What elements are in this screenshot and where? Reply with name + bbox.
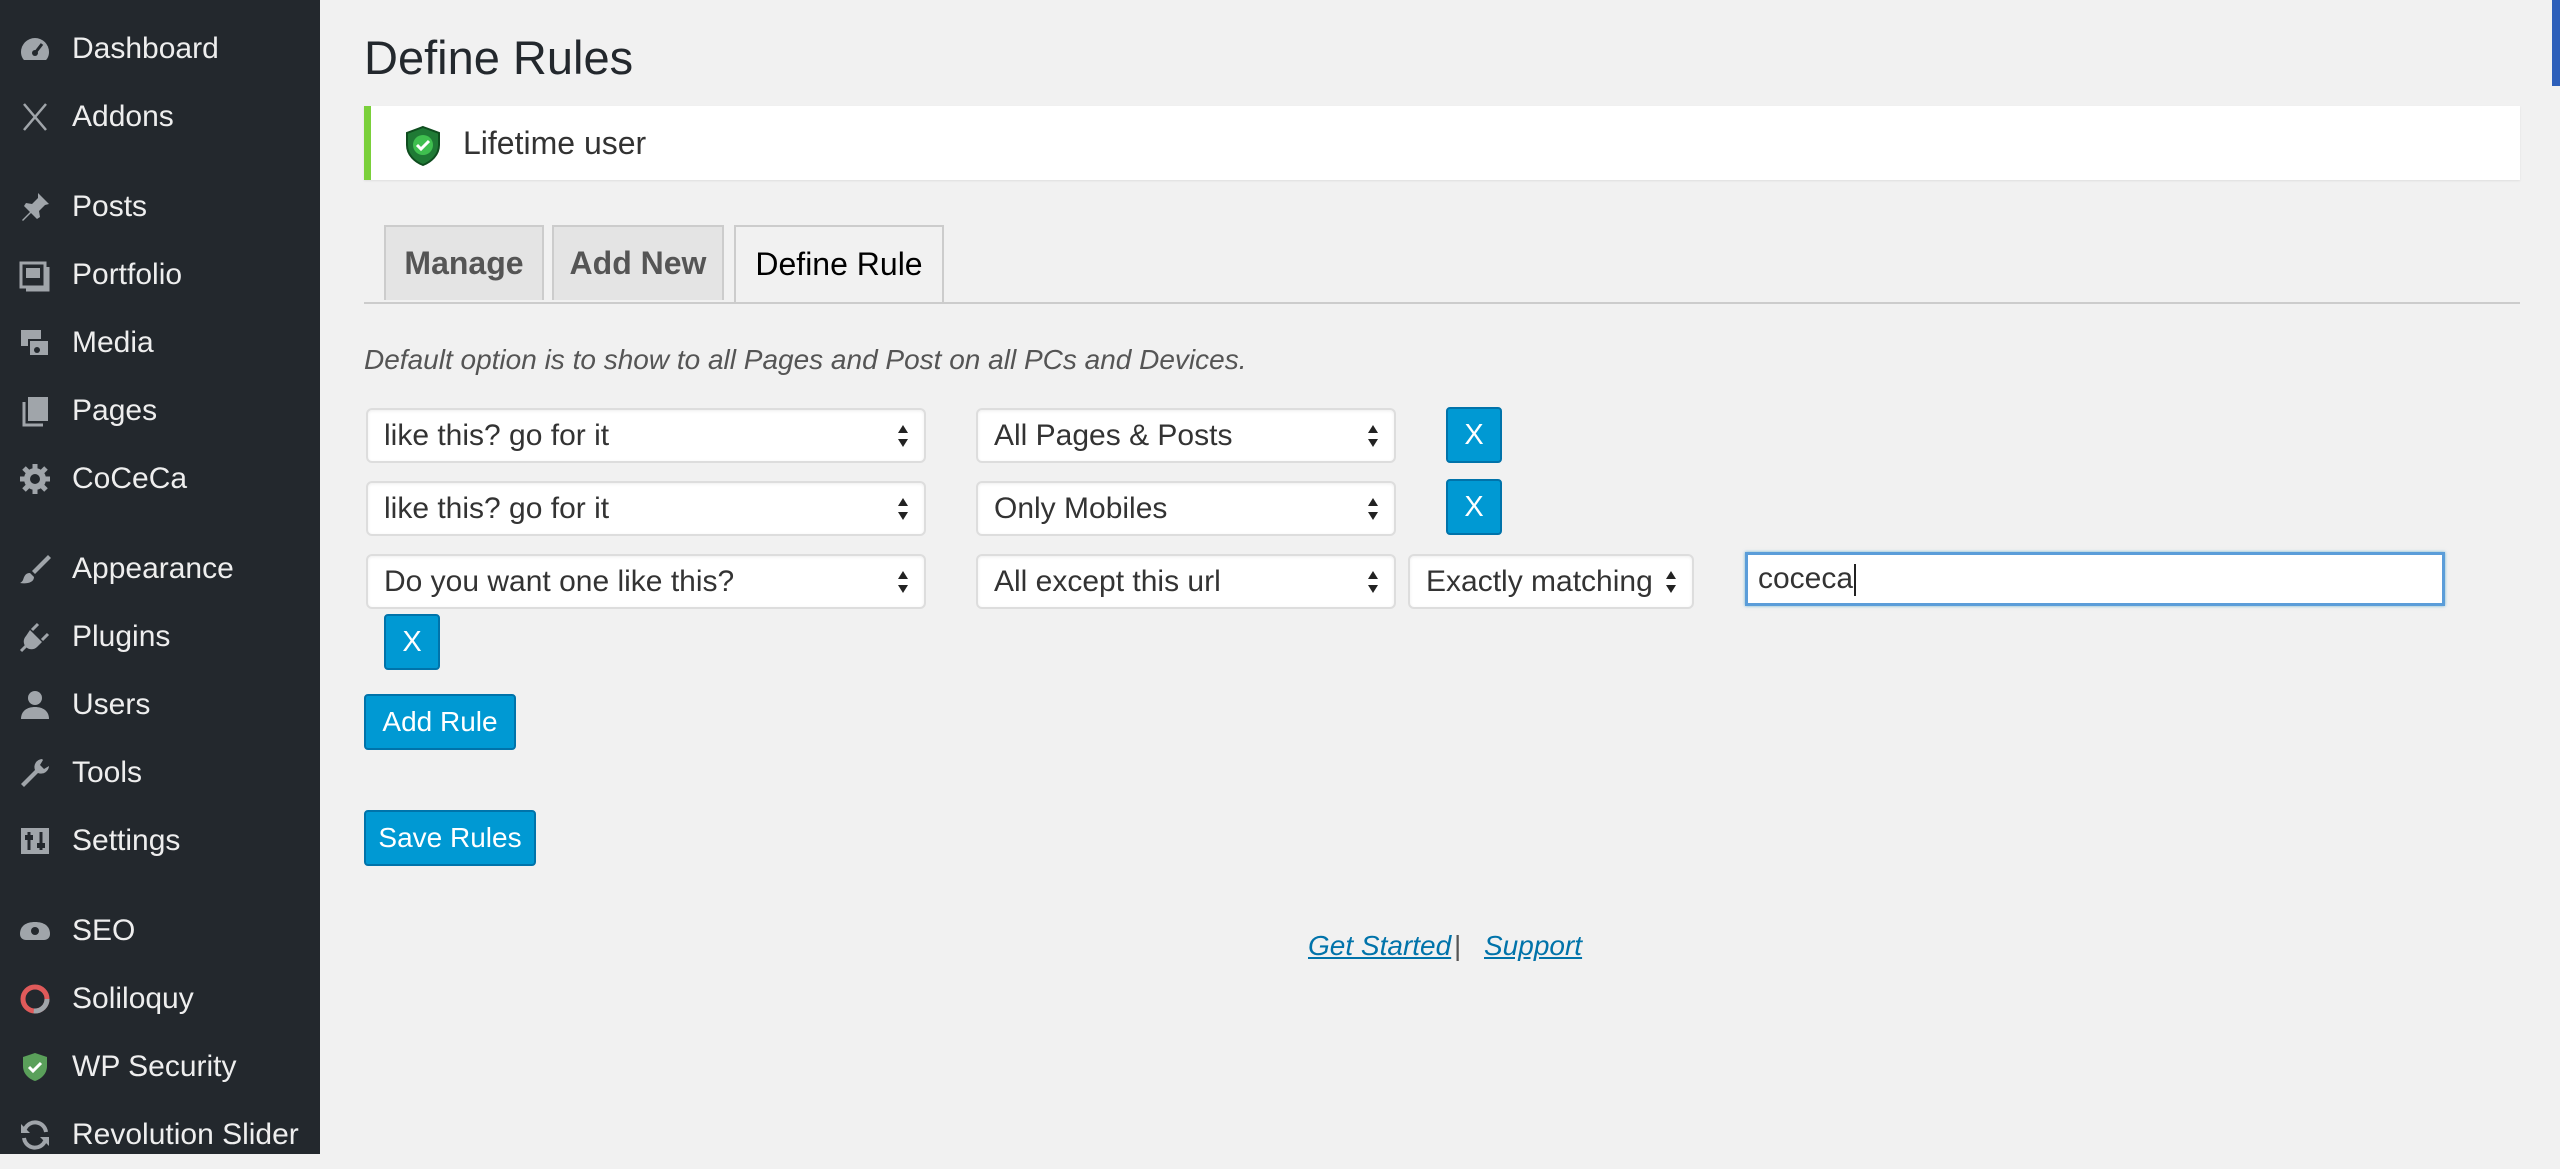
select-arrows-icon: [896, 494, 910, 524]
sidebar-item-media[interactable]: Media: [0, 309, 320, 377]
pages-icon: [18, 394, 52, 428]
sidebar-item-portfolio[interactable]: Portfolio: [0, 241, 320, 309]
wrench-icon: [18, 756, 52, 790]
sidebar-item-appearance[interactable]: Appearance: [0, 535, 320, 603]
sidebar-item-label: Pages: [72, 394, 158, 427]
sidebar-item-label: Users: [72, 688, 151, 721]
sidebar-item-label: Settings: [72, 824, 181, 857]
sidebar-item-pages[interactable]: Pages: [0, 377, 320, 445]
sidebar-item-soliloquy[interactable]: Soliloquy: [0, 965, 320, 1033]
select-arrows-icon: [1664, 567, 1678, 597]
sidebar-item-label: Addons: [72, 100, 174, 133]
sidebar-item-label: CoCeCa: [72, 462, 188, 495]
sidebar-item-label: Revolution Slider: [72, 1118, 299, 1151]
sidebar-item-users[interactable]: Users: [0, 671, 320, 739]
select-arrows-icon: [896, 421, 910, 451]
default-option-hint: Default option is to show to all Pages a…: [364, 344, 1247, 375]
tab-bar: Manage Add New Define Rule: [364, 225, 2520, 304]
select-value: like this? go for it: [384, 492, 610, 525]
rule-action-select[interactable]: Do you want one like this?: [366, 554, 926, 609]
get-started-link[interactable]: Get Started: [1308, 930, 1451, 961]
sidebar-item-label: Plugins: [72, 620, 171, 653]
shield-icon: [18, 1050, 52, 1084]
license-notice: Lifetime user: [364, 106, 2520, 180]
pushpin-icon: [18, 190, 52, 224]
user-icon: [18, 688, 52, 722]
select-value: like this? go for it: [384, 419, 610, 452]
dashboard-icon: [18, 32, 52, 66]
admin-sidebar: Dashboard Addons Posts Portfolio Media P…: [0, 0, 320, 1154]
sidebar-item-label: Posts: [72, 190, 148, 223]
footer-separator: |: [1454, 930, 1462, 961]
sidebar-item-seo[interactable]: SEO: [0, 897, 320, 965]
tab-define-rule[interactable]: Define Rule: [734, 225, 944, 302]
select-value: Do you want one like this?: [384, 565, 735, 598]
sidebar-item-settings[interactable]: Settings: [0, 807, 320, 875]
rule-action-select[interactable]: like this? go for it: [366, 408, 926, 463]
settings-sliders-icon: [18, 824, 52, 858]
sidebar-item-label: WP Security: [72, 1050, 237, 1083]
select-value: Exactly matching: [1426, 565, 1653, 598]
sidebar-item-label: SEO: [72, 914, 136, 947]
select-arrows-icon: [1366, 494, 1380, 524]
sidebar-item-dashboard[interactable]: Dashboard: [0, 15, 320, 83]
select-arrows-icon: [1366, 567, 1380, 597]
sidebar-item-tools[interactable]: Tools: [0, 739, 320, 807]
sidebar-item-label: Appearance: [72, 552, 234, 585]
sidebar-item-plugins[interactable]: Plugins: [0, 603, 320, 671]
remove-rule-button[interactable]: X: [1446, 407, 1502, 463]
sidebar-item-coceca[interactable]: CoCeCa: [0, 445, 320, 513]
sidebar-item-wp-security[interactable]: WP Security: [0, 1033, 320, 1101]
input-value: coceca: [1758, 562, 1854, 595]
refresh-icon: [18, 1118, 52, 1152]
sidebar-item-label: Tools: [72, 756, 143, 789]
portfolio-icon: [18, 258, 52, 292]
rule-action-select[interactable]: like this? go for it: [366, 481, 926, 536]
gear-icon: [18, 462, 52, 496]
select-arrows-icon: [896, 567, 910, 597]
rule-target-select[interactable]: All except this url: [976, 554, 1396, 609]
page-title: Define Rules: [364, 31, 634, 84]
remove-rule-button[interactable]: X: [384, 614, 440, 670]
sidebar-item-label: Dashboard: [72, 32, 219, 65]
sidebar-item-addons[interactable]: Addons: [0, 83, 320, 151]
tab-add-new[interactable]: Add New: [552, 225, 724, 300]
rule-target-select[interactable]: Only Mobiles: [976, 481, 1396, 536]
tab-manage[interactable]: Manage: [384, 225, 544, 300]
media-icon: [18, 326, 52, 360]
select-value: All Pages & Posts: [994, 419, 1233, 452]
scroll-indicator: [2552, 0, 2560, 86]
notice-text: Lifetime user: [463, 125, 647, 161]
rule-url-input[interactable]: coceca: [1745, 552, 2445, 606]
select-arrows-icon: [1366, 421, 1380, 451]
plugin-icon: [18, 620, 52, 654]
rule-match-select[interactable]: Exactly matching: [1408, 554, 1694, 609]
sidebar-item-revolution-slider[interactable]: Revolution Slider: [0, 1101, 320, 1169]
rule-target-select[interactable]: All Pages & Posts: [976, 408, 1396, 463]
save-rules-button[interactable]: Save Rules: [364, 810, 536, 866]
sidebar-item-label: Media: [72, 326, 154, 359]
footer-links-support: Support: [1484, 926, 1582, 966]
footer-links: Get Started: [1308, 926, 1451, 966]
addons-icon: [18, 100, 52, 134]
main-content: Define Rules Lifetime user Manage Add Ne…: [320, 0, 2560, 1154]
select-value: Only Mobiles: [994, 492, 1168, 525]
select-value: All except this url: [994, 565, 1221, 598]
shield-check-icon: [403, 125, 443, 167]
sidebar-item-label: Portfolio: [72, 258, 183, 291]
support-link[interactable]: Support: [1484, 930, 1582, 961]
add-rule-button[interactable]: Add Rule: [364, 694, 516, 750]
sidebar-item-posts[interactable]: Posts: [0, 173, 320, 241]
paintbrush-icon: [18, 552, 52, 586]
remove-rule-button[interactable]: X: [1446, 479, 1502, 535]
text-caret: [1854, 564, 1857, 597]
seo-icon: [18, 914, 52, 948]
sidebar-item-label: Soliloquy: [72, 982, 194, 1015]
soliloquy-icon: [18, 982, 52, 1016]
